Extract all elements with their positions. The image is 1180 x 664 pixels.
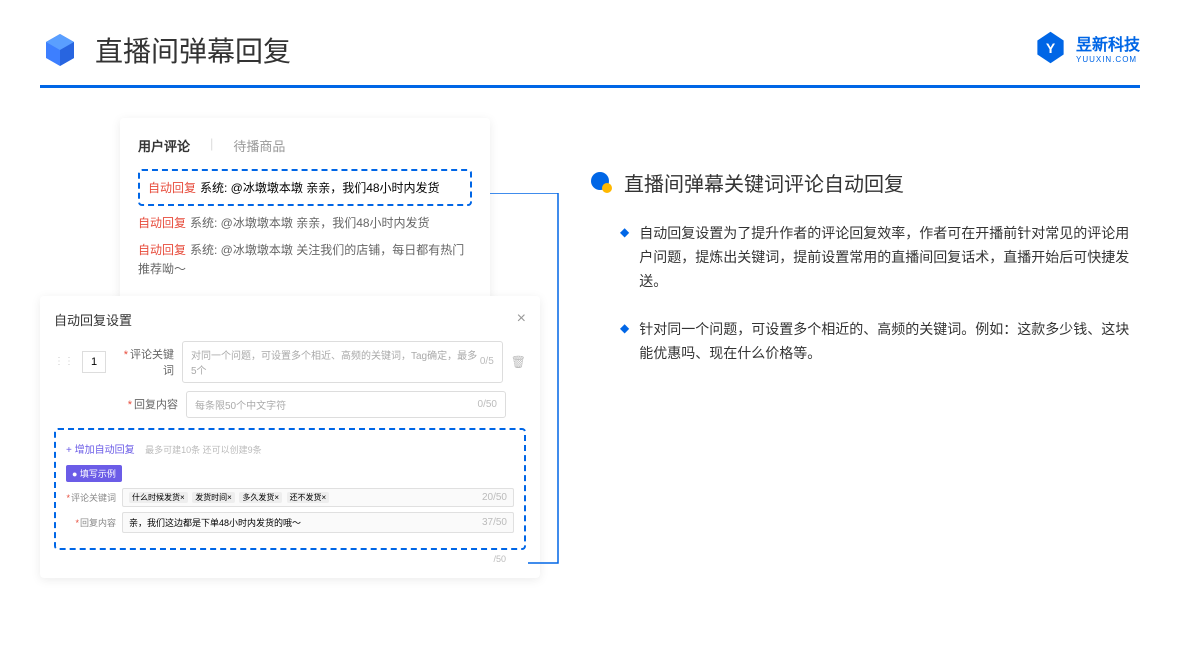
highlighted-reply: 自动回复系统: @冰墩墩本墩 亲亲，我们48小时内发货 bbox=[138, 169, 472, 206]
auto-reply-tag: 自动回复 bbox=[138, 216, 186, 230]
outer-count: /50 bbox=[54, 554, 526, 564]
trash-icon[interactable]: 🗑 bbox=[511, 355, 526, 369]
logo-icon: Y bbox=[1033, 30, 1068, 65]
section-title: 直播间弹幕关键词评论自动回复 bbox=[624, 168, 904, 197]
logo-text: 昱新科技 bbox=[1076, 31, 1140, 55]
bullet-2: ◆ 针对同一个问题，可设置多个相近的、高频的关键词。例如：这款多少钱、这块能优惠… bbox=[590, 318, 1140, 366]
ex-content-label: *回复内容 bbox=[66, 516, 116, 529]
add-reply-link[interactable]: + 增加自动回复 bbox=[66, 445, 135, 456]
diamond-icon: ◆ bbox=[620, 321, 629, 366]
add-hint: 最多可建10条 还可以创建9条 bbox=[145, 445, 262, 455]
tag-item[interactable]: 还不发货× bbox=[287, 492, 330, 503]
tag-item[interactable]: 多久发货× bbox=[239, 492, 282, 503]
example-badge: ● 填写示例 bbox=[66, 465, 122, 482]
svg-text:Y: Y bbox=[1046, 40, 1056, 56]
keyword-input[interactable]: 对同一个问题，可设置多个相近、高频的关键词，Tag确定，最多5个 0/5 bbox=[182, 341, 503, 383]
tag-item[interactable]: 发货时间× bbox=[192, 492, 235, 503]
section-icon bbox=[590, 171, 614, 195]
ex-keyword-input[interactable]: 什么时候发货× 发货时间× 多久发货× 还不发货× 20/50 bbox=[122, 488, 514, 507]
tab-separator: | bbox=[210, 136, 213, 155]
bullet-1: ◆ 自动回复设置为了提升作者的评论回复效率，作者可在开播前针对常见的评论用户问题… bbox=[590, 222, 1140, 293]
ex-content-input[interactable]: 亲，我们这边都是下单48小时内发货的哦～ 37/50 bbox=[122, 512, 514, 533]
diamond-icon: ◆ bbox=[620, 225, 629, 293]
example-highlight: + 增加自动回复 最多可建10条 还可以创建9条 ● 填写示例 *评论关键词 什… bbox=[54, 428, 526, 550]
settings-title: 自动回复设置 bbox=[54, 310, 132, 329]
content-input[interactable]: 每条限50个中文字符 0/50 bbox=[186, 391, 506, 418]
auto-reply-tag: 自动回复 bbox=[138, 243, 186, 257]
keyword-label: *评论关键词 bbox=[114, 346, 174, 378]
rule-number: 1 bbox=[82, 351, 106, 373]
ex-keyword-label: *评论关键词 bbox=[66, 491, 116, 504]
reply-text-1: 系统: @冰墩墩本墩 亲亲，我们48小时内发货 bbox=[200, 181, 440, 195]
close-icon[interactable]: × bbox=[517, 310, 526, 328]
reply-line-2: 自动回复系统: @冰墩墩本墩 亲亲，我们48小时内发货 bbox=[138, 214, 472, 233]
reply-line-3: 自动回复系统: @冰墩墩本墩 关注我们的店铺，每日都有热门推荐呦～ bbox=[138, 241, 472, 279]
comments-card: 用户评论 | 待播商品 自动回复系统: @冰墩墩本墩 亲亲，我们48小时内发货 … bbox=[120, 118, 490, 306]
drag-icon[interactable]: ⋮⋮ bbox=[54, 356, 74, 367]
tab-comments[interactable]: 用户评论 bbox=[138, 136, 190, 155]
tab-products[interactable]: 待播商品 bbox=[233, 136, 285, 155]
auto-reply-tag: 自动回复 bbox=[148, 181, 196, 195]
tag-item[interactable]: 什么时候发货× bbox=[129, 492, 188, 503]
brand-logo: Y 昱新科技 YUUXIN.COM bbox=[1033, 30, 1140, 65]
settings-card: 自动回复设置 × ⋮⋮ 1 *评论关键词 对同一个问题，可设置多个相近、高频的关… bbox=[40, 296, 540, 578]
page-title: 直播间弹幕回复 bbox=[95, 30, 291, 70]
cube-icon bbox=[40, 30, 80, 70]
content-label: *回复内容 bbox=[118, 396, 178, 412]
logo-subtext: YUUXIN.COM bbox=[1076, 55, 1140, 64]
